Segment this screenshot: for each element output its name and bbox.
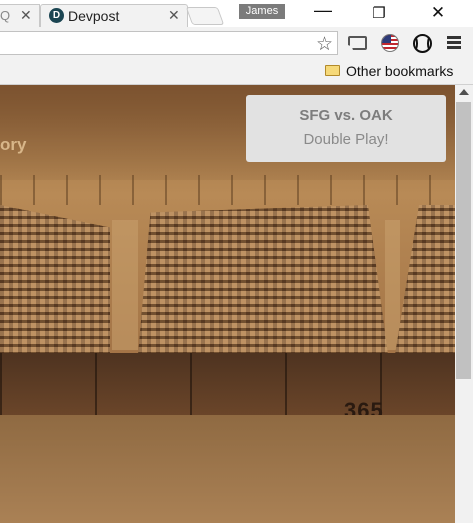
stadium-aisle — [385, 220, 400, 350]
outfield-grass — [0, 415, 455, 523]
address-bar[interactable]: ☆ — [0, 31, 338, 55]
restore-button[interactable]: ❐ — [364, 4, 394, 22]
search-icon: Q — [0, 8, 11, 23]
grandstand-left — [0, 205, 110, 355]
toolbar: ☆ — [0, 27, 473, 59]
tab-previous[interactable]: Q ✕ — [0, 4, 40, 27]
tab-close-button[interactable]: ✕ — [20, 7, 32, 24]
wall-posts — [0, 353, 455, 415]
new-tab-button[interactable] — [185, 7, 225, 25]
page-heading-fragment: ory — [0, 135, 27, 154]
profile-button[interactable]: James — [239, 4, 285, 19]
us-flag-extension-icon[interactable] — [381, 34, 399, 52]
grandstand-right — [395, 205, 455, 355]
bookmarks-bar: Other bookmarks — [0, 59, 473, 85]
grandstand-center — [138, 205, 388, 355]
tab-close-button[interactable]: ✕ — [168, 7, 180, 24]
upper-fence — [0, 175, 455, 205]
baseball-extension-icon[interactable] — [413, 34, 432, 53]
minimize-button[interactable]: — — [308, 0, 338, 21]
menu-icon[interactable] — [447, 36, 461, 51]
bookmark-star-icon[interactable]: ☆ — [316, 33, 333, 56]
game-notification[interactable]: SFG vs. OAK Double Play! — [246, 95, 446, 162]
notification-title: SFG vs. OAK — [299, 107, 393, 124]
folder-icon — [325, 65, 340, 76]
tab-title: Devpost — [68, 8, 120, 24]
other-bookmarks-label: Other bookmarks — [346, 63, 454, 79]
stadium-aisle — [112, 220, 138, 350]
notification-message: Double Play! — [303, 131, 389, 148]
vertical-scrollbar[interactable] — [455, 85, 473, 523]
tab-strip: Q ✕ D Devpost ✕ James — ❐ ✕ — [0, 0, 473, 27]
scroll-up-arrow-icon[interactable] — [459, 89, 469, 95]
close-window-button[interactable]: ✕ — [423, 3, 453, 23]
cast-icon[interactable] — [347, 36, 367, 51]
devpost-favicon-icon: D — [49, 8, 64, 23]
tab-devpost[interactable]: D Devpost ✕ — [40, 4, 188, 27]
scrollbar-thumb[interactable] — [456, 102, 471, 379]
